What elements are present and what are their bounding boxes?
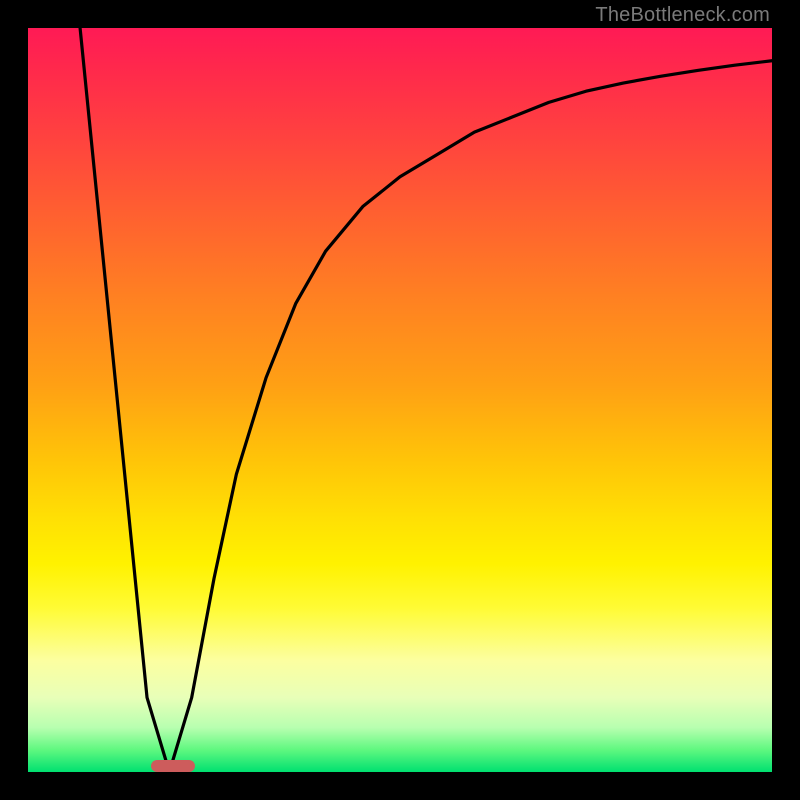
watermark-text: TheBottleneck.com [595, 4, 770, 27]
optimal-marker [151, 760, 196, 772]
chart-frame: TheBottleneck.com [0, 0, 800, 800]
bottleneck-curve [28, 28, 772, 772]
plot-area [28, 28, 772, 772]
